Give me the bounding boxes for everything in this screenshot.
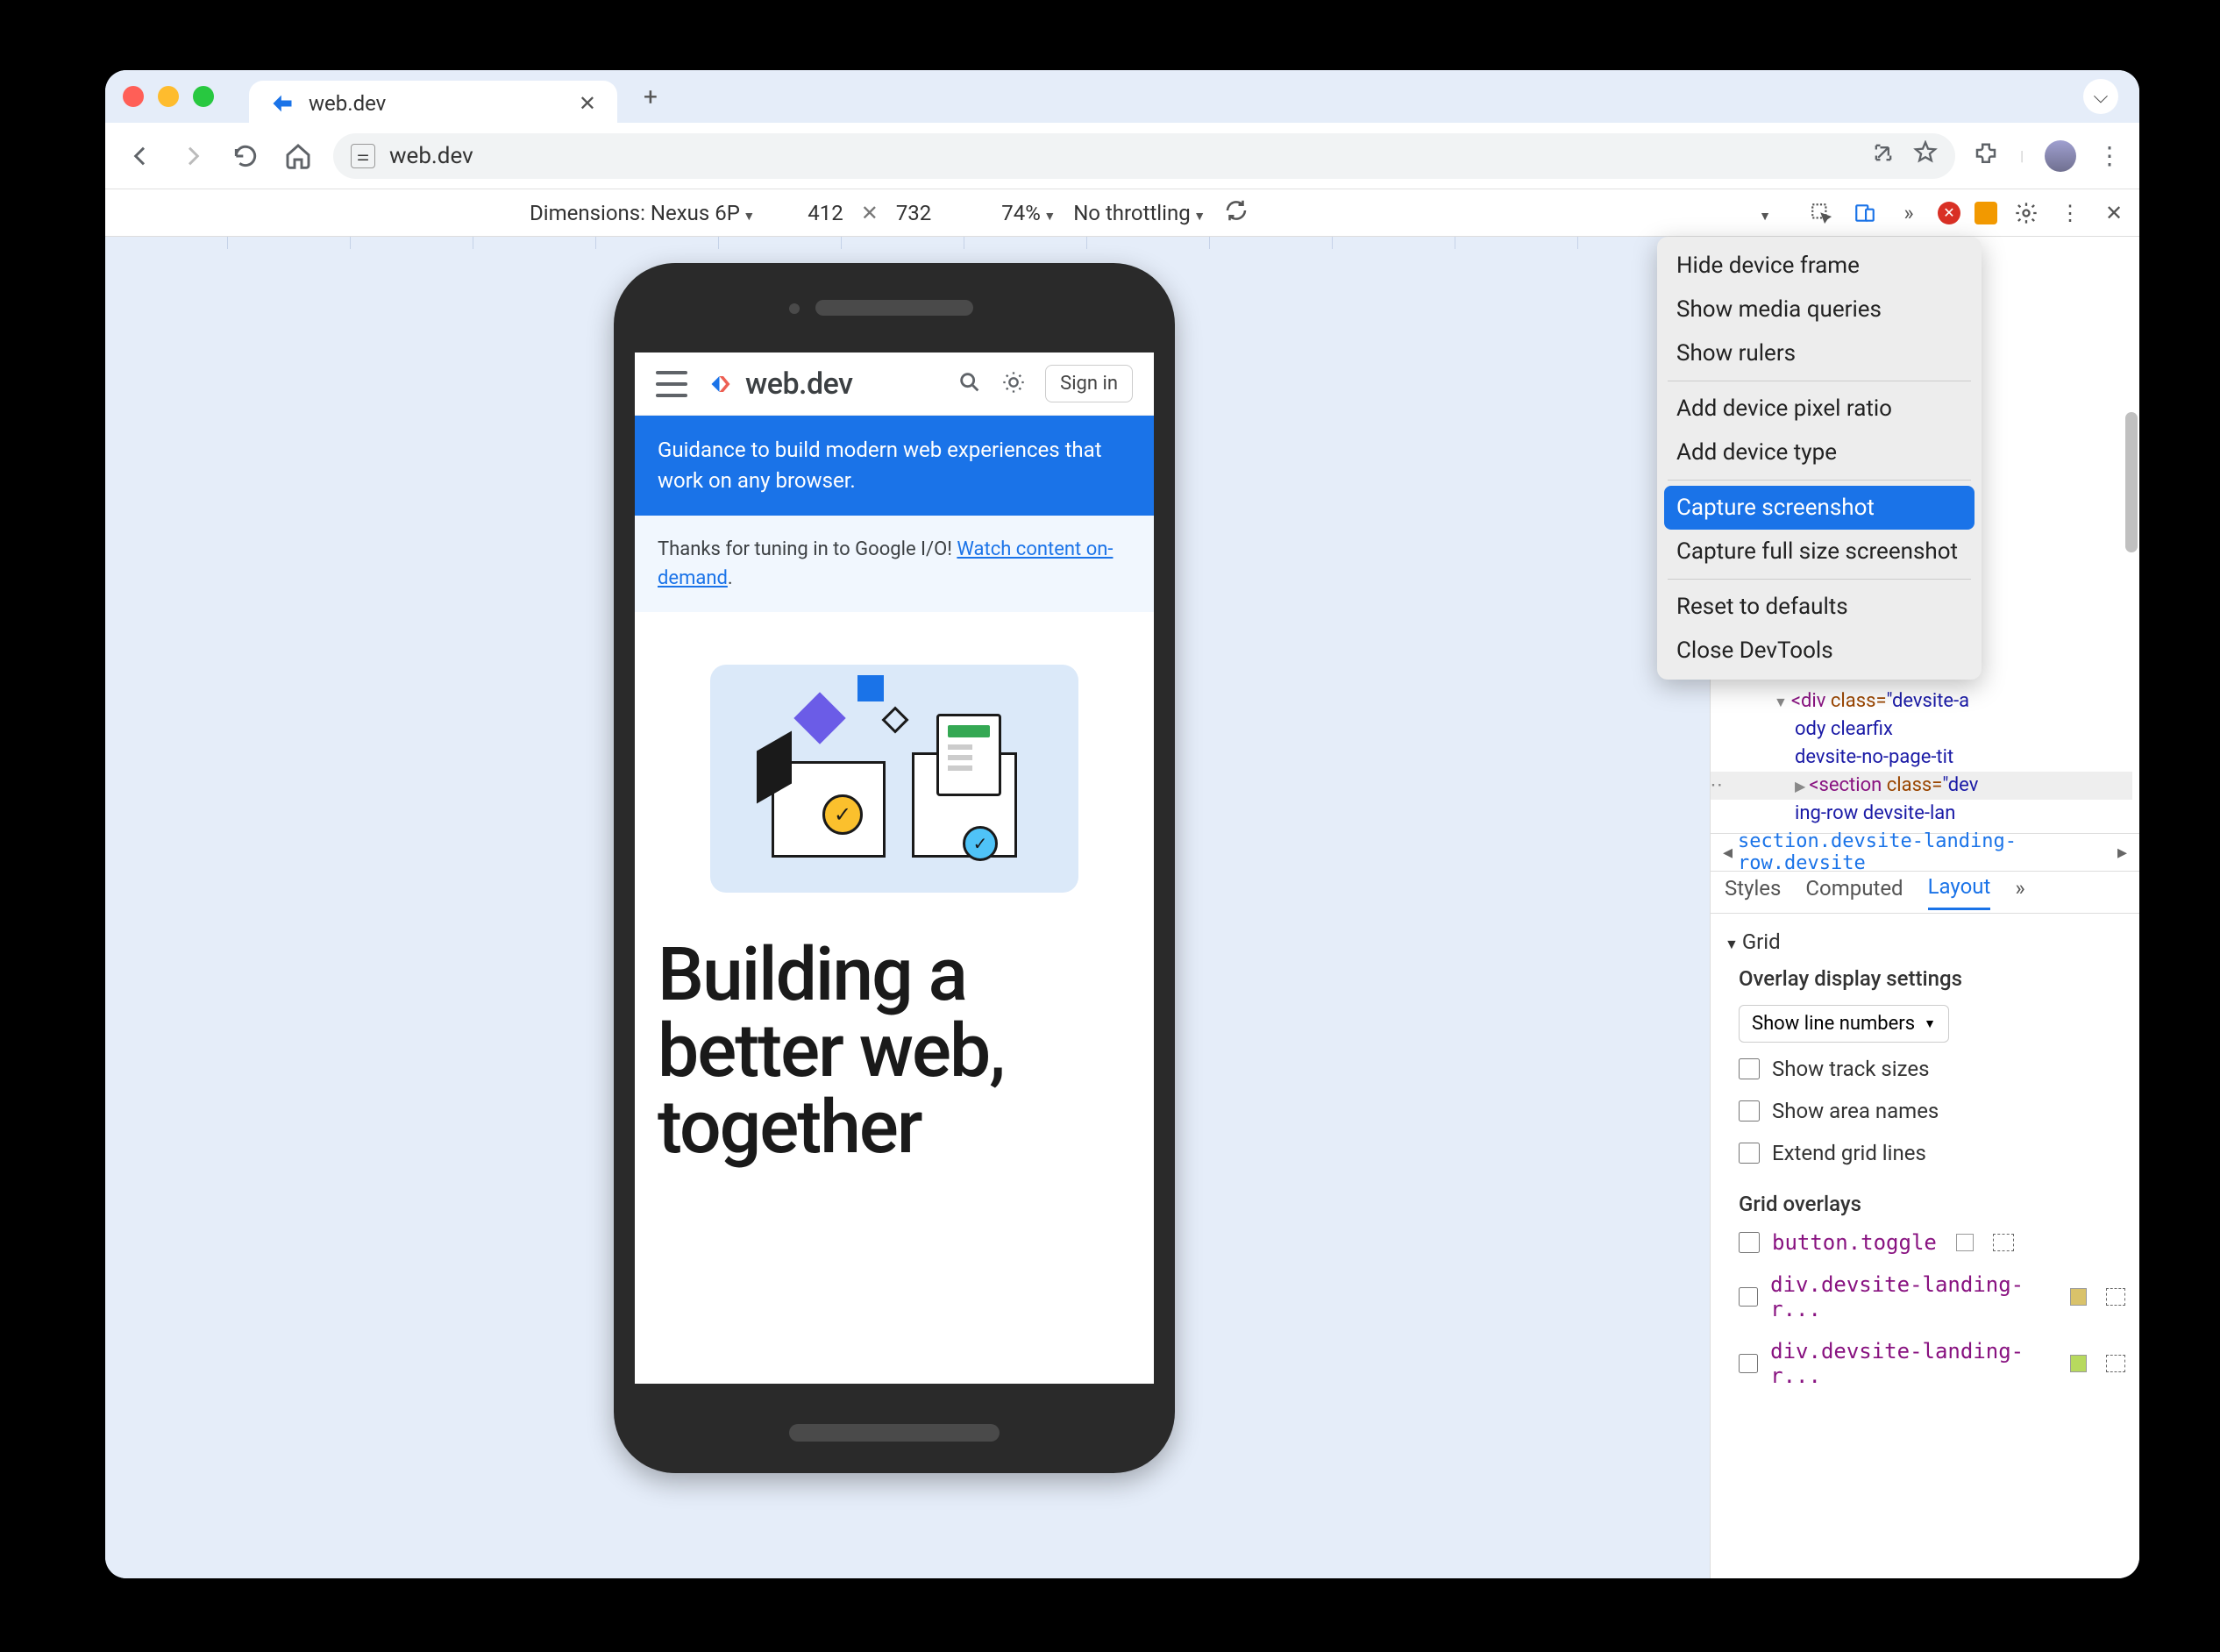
dimension-x-icon: ✕ xyxy=(861,201,879,225)
site-settings-icon[interactable]: ⚌ xyxy=(351,144,375,168)
webdev-logo-icon xyxy=(705,368,736,400)
context-menu: Hide device frame Show media queries Sho… xyxy=(1657,237,1982,680)
locate-icon[interactable] xyxy=(1993,1234,2014,1251)
overlay-settings-title: Overlay display settings xyxy=(1725,961,2125,996)
toolbar-right: | ⋮ xyxy=(1973,140,2122,172)
error-badge[interactable]: ✕ xyxy=(1938,202,1960,224)
home-bar xyxy=(789,1424,1000,1442)
banner: Guidance to build modern web experiences… xyxy=(635,416,1154,516)
overlay-item[interactable]: button.toggle xyxy=(1725,1221,2125,1264)
element-picker-icon[interactable] xyxy=(1806,198,1836,228)
device-mode-icon[interactable] xyxy=(1850,198,1880,228)
menu-pixel-ratio[interactable]: Add device pixel ratio xyxy=(1657,387,1982,431)
device-toolbar: Dimensions: Nexus 6P 412 ✕ 732 74% No th… xyxy=(105,189,2139,237)
brand[interactable]: web.dev xyxy=(705,367,853,402)
device-screen[interactable]: web.dev Sign in Guidance to build modern… xyxy=(635,352,1154,1384)
rotate-icon[interactable] xyxy=(1223,197,1249,229)
titlebar: web.dev ✕ + ⌵ xyxy=(105,70,2139,123)
more-tabs-icon[interactable]: » xyxy=(2015,876,2024,909)
back-button[interactable] xyxy=(123,139,158,174)
window-controls xyxy=(123,86,214,107)
extensions-icon[interactable] xyxy=(1973,141,1999,171)
reload-button[interactable] xyxy=(228,139,263,174)
menu-hide-frame[interactable]: Hide device frame xyxy=(1657,244,1982,288)
theme-toggle-icon[interactable] xyxy=(1001,370,1026,398)
device-width[interactable]: 412 xyxy=(808,201,843,225)
home-button[interactable] xyxy=(281,139,316,174)
scrollbar[interactable] xyxy=(2125,412,2138,552)
menu-show-rulers[interactable]: Show rulers xyxy=(1657,331,1982,375)
check-area-names[interactable]: Show area names xyxy=(1725,1090,2125,1132)
breadcrumb[interactable]: ◂ sectionsection.devsite-landing-row.dev… xyxy=(1711,833,2139,872)
forward-button[interactable] xyxy=(175,139,210,174)
browser-tab[interactable]: web.dev ✕ xyxy=(249,81,617,126)
minimize-window-button[interactable] xyxy=(158,86,179,107)
device-height[interactable]: 732 xyxy=(896,201,931,225)
close-tab-icon[interactable]: ✕ xyxy=(579,91,596,116)
close-window-button[interactable] xyxy=(123,86,144,107)
device-viewport: web.dev Sign in Guidance to build modern… xyxy=(105,237,1710,1578)
overlay-item[interactable]: div.devsite-landing-r... xyxy=(1725,1330,2125,1397)
desktop: web.dev ✕ + ⌵ ⚌ web.dev | xyxy=(0,0,2220,1652)
favicon-icon xyxy=(270,91,295,116)
menu-capture-screenshot[interactable]: Capture screenshot xyxy=(1664,486,1975,530)
ruler xyxy=(105,237,1710,249)
menu-icon[interactable] xyxy=(656,371,687,397)
menu-capture-full[interactable]: Capture full size screenshot xyxy=(1657,530,1982,573)
hero-illustration xyxy=(710,665,1078,893)
check-track-sizes[interactable]: Show track sizes xyxy=(1725,1048,2125,1090)
more-options-dropdown[interactable] xyxy=(1759,201,1771,225)
toolbar: ⚌ web.dev | ⋮ xyxy=(105,123,2139,189)
address-bar[interactable]: ⚌ web.dev xyxy=(333,133,1955,179)
zoom-select[interactable]: 74% xyxy=(1001,201,1056,225)
brand-name: web.dev xyxy=(745,367,853,402)
camera-icon xyxy=(789,303,800,314)
site-header: web.dev Sign in xyxy=(635,352,1154,416)
grid-section-header[interactable]: Grid xyxy=(1725,922,2125,961)
url-text: web.dev xyxy=(389,143,473,169)
tab-styles[interactable]: Styles xyxy=(1725,876,1781,909)
tab-computed[interactable]: Computed xyxy=(1805,876,1903,909)
overlay-select[interactable]: Show line numbers▼ xyxy=(1739,1005,1949,1043)
menu-reset[interactable]: Reset to defaults xyxy=(1657,585,1982,629)
menu-media-queries[interactable]: Show media queries xyxy=(1657,288,1982,331)
hero-heading: Building a better web, together xyxy=(635,893,1154,1166)
layout-panel: Grid Overlay display settings Show line … xyxy=(1711,914,2139,1406)
tab-layout[interactable]: Layout xyxy=(1928,874,1991,910)
bookmark-icon[interactable] xyxy=(1913,140,1938,171)
tabs-dropdown-button[interactable]: ⌵ xyxy=(2083,79,2118,114)
notice-text: Thanks for tuning in to Google I/O! xyxy=(658,538,957,560)
new-tab-button[interactable]: + xyxy=(635,82,666,111)
menu-icon[interactable]: ⋮ xyxy=(2097,141,2122,170)
profile-avatar[interactable] xyxy=(2045,140,2076,172)
device-select[interactable]: Dimensions: Nexus 6P xyxy=(530,201,755,225)
kebab-icon[interactable]: ⋮ xyxy=(2055,198,2085,228)
search-icon[interactable] xyxy=(957,370,982,398)
speaker-icon xyxy=(815,300,973,316)
tab-title: web.dev xyxy=(309,91,565,116)
browser-window: web.dev ✕ + ⌵ ⚌ web.dev | xyxy=(105,70,2139,1578)
warning-badge[interactable] xyxy=(1975,202,1997,224)
maximize-window-button[interactable] xyxy=(193,86,214,107)
overlay-item[interactable]: div.devsite-landing-r... xyxy=(1725,1264,2125,1330)
menu-close-devtools[interactable]: Close DevTools xyxy=(1657,629,1982,673)
notice-bar: Thanks for tuning in to Google I/O! Watc… xyxy=(635,516,1154,612)
grid-overlays-title: Grid overlays xyxy=(1725,1174,2125,1221)
signin-button[interactable]: Sign in xyxy=(1045,365,1133,402)
device-frame: web.dev Sign in Guidance to build modern… xyxy=(614,263,1175,1473)
open-external-icon[interactable] xyxy=(1871,140,1896,171)
check-extend-lines[interactable]: Extend grid lines xyxy=(1725,1132,2125,1174)
menu-device-type[interactable]: Add device type xyxy=(1657,431,1982,474)
locate-icon[interactable] xyxy=(2106,1288,2125,1306)
devtools-subtabs: Styles Computed Layout » xyxy=(1711,872,2139,914)
more-tabs-icon[interactable]: » xyxy=(1894,198,1924,228)
settings-icon[interactable] xyxy=(2011,198,2041,228)
throttling-select[interactable]: No throttling xyxy=(1073,201,1206,225)
close-devtools-icon[interactable]: ✕ xyxy=(2099,198,2129,228)
locate-icon[interactable] xyxy=(2106,1355,2125,1372)
